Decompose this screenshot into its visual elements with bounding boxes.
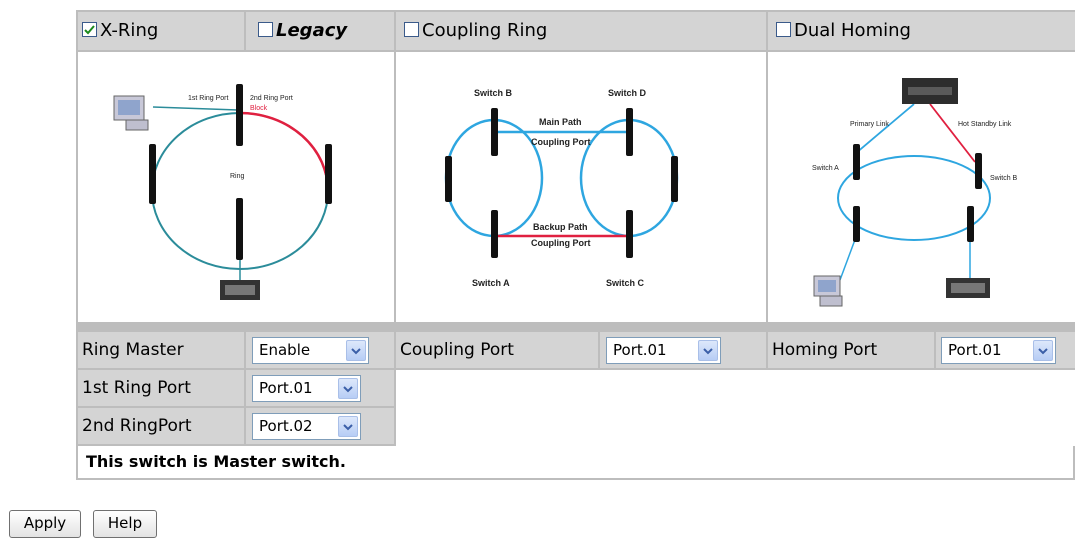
coupling-port-top-label: Coupling Port — [531, 137, 591, 147]
port2-label: 2nd Ring Port — [250, 95, 293, 102]
coupling-checkbox[interactable] — [404, 21, 419, 37]
first-ring-port-value: Port.01 — [259, 379, 313, 397]
header-coupling: Coupling Ring — [396, 12, 766, 50]
legacy-label: Legacy — [276, 20, 348, 41]
switch-icon — [853, 206, 860, 242]
status-row: This switch is Master switch. — [76, 446, 1075, 480]
switch-icon — [236, 84, 243, 146]
switch-icon — [626, 210, 633, 258]
block-label: Block — [250, 105, 268, 112]
dual-checkbox[interactable] — [776, 21, 791, 37]
xring-checkbox[interactable] — [82, 21, 97, 37]
main-path-label: Main Path — [539, 117, 582, 127]
homing-port-label: Homing Port — [768, 332, 934, 368]
backup-path-label: Backup Path — [533, 222, 588, 232]
xring-diagram: 1st Ring Port 2nd Ring Port Block Ring — [113, 84, 332, 300]
switch-icon — [149, 144, 156, 204]
dual-diagram-cell: Primary Link Hot Standby Link Switch A S… — [768, 52, 1075, 322]
chevron-down-icon[interactable] — [346, 340, 366, 361]
ring-label: Ring — [230, 173, 245, 180]
xring-diagram-cell: 1st Ring Port 2nd Ring Port Block Ring — [78, 52, 394, 322]
coupling-port-value: Port.01 — [613, 341, 667, 359]
first-ring-port-select[interactable]: Port.01 — [252, 375, 361, 402]
homing-port-select[interactable]: Port.01 — [941, 337, 1056, 364]
port1-label: 1st Ring Port — [188, 95, 229, 102]
ring-master-label: Ring Master — [78, 332, 244, 368]
dual-diagram: Primary Link Hot Standby Link Switch A S… — [812, 78, 1018, 307]
switch-icon — [445, 156, 452, 202]
chevron-down-icon[interactable] — [338, 416, 358, 437]
dual-switch-b-label: Switch B — [990, 175, 1018, 182]
second-ring-port-select[interactable]: Port.02 — [252, 413, 361, 440]
switch-b-label: Switch B — [474, 88, 513, 98]
switch-icon — [853, 144, 860, 180]
xring-label: X-Ring — [100, 20, 159, 41]
dual-label: Dual Homing — [794, 20, 911, 41]
chevron-down-icon[interactable] — [338, 378, 358, 399]
coupling-port-select[interactable]: Port.01 — [606, 337, 721, 364]
switch-icon — [491, 210, 498, 258]
empty-cell — [396, 370, 1075, 446]
legacy-checkbox[interactable] — [258, 21, 273, 37]
switch-icon — [236, 198, 243, 260]
coupling-diagram: Switch B Switch D Main Path Coupling Por… — [444, 88, 679, 288]
coupling-label: Coupling Ring — [422, 20, 548, 41]
ring-master-value: Enable — [259, 341, 311, 359]
check-icon — [84, 24, 95, 34]
header-legacy: Legacy — [246, 12, 394, 50]
switch-c-label: Switch C — [606, 278, 645, 288]
switch-icon — [967, 206, 974, 242]
switch-d-label: Switch D — [608, 88, 647, 98]
status-text: This switch is Master switch. — [86, 452, 346, 471]
switch-icon — [626, 108, 633, 156]
homing-port-value: Port.01 — [948, 341, 1002, 359]
primary-link-label: Primary Link — [850, 121, 889, 128]
chevron-down-icon[interactable] — [698, 340, 718, 361]
coupling-port-label: Coupling Port — [396, 332, 598, 368]
switch-a-label: Switch A — [472, 278, 510, 288]
switch-icon — [325, 144, 332, 204]
switch-icon — [491, 108, 498, 156]
second-ring-port-value: Port.02 — [259, 417, 313, 435]
hot-standby-label: Hot Standby Link — [958, 121, 1012, 128]
switch-icon — [975, 153, 982, 189]
coupling-port-bottom-label: Coupling Port — [531, 238, 591, 248]
header-dual: Dual Homing — [768, 12, 1075, 50]
coupling-diagram-cell: Switch B Switch D Main Path Coupling Por… — [396, 52, 766, 322]
switch-icon — [671, 156, 678, 202]
header-xring: X-Ring — [78, 12, 244, 50]
ring-master-select[interactable]: Enable — [252, 337, 369, 364]
dual-switch-a-label: Switch A — [812, 165, 839, 172]
first-ring-port-label: 1st Ring Port — [78, 370, 244, 406]
second-ring-port-label: 2nd RingPort — [78, 408, 244, 444]
chevron-down-icon[interactable] — [1033, 340, 1053, 361]
